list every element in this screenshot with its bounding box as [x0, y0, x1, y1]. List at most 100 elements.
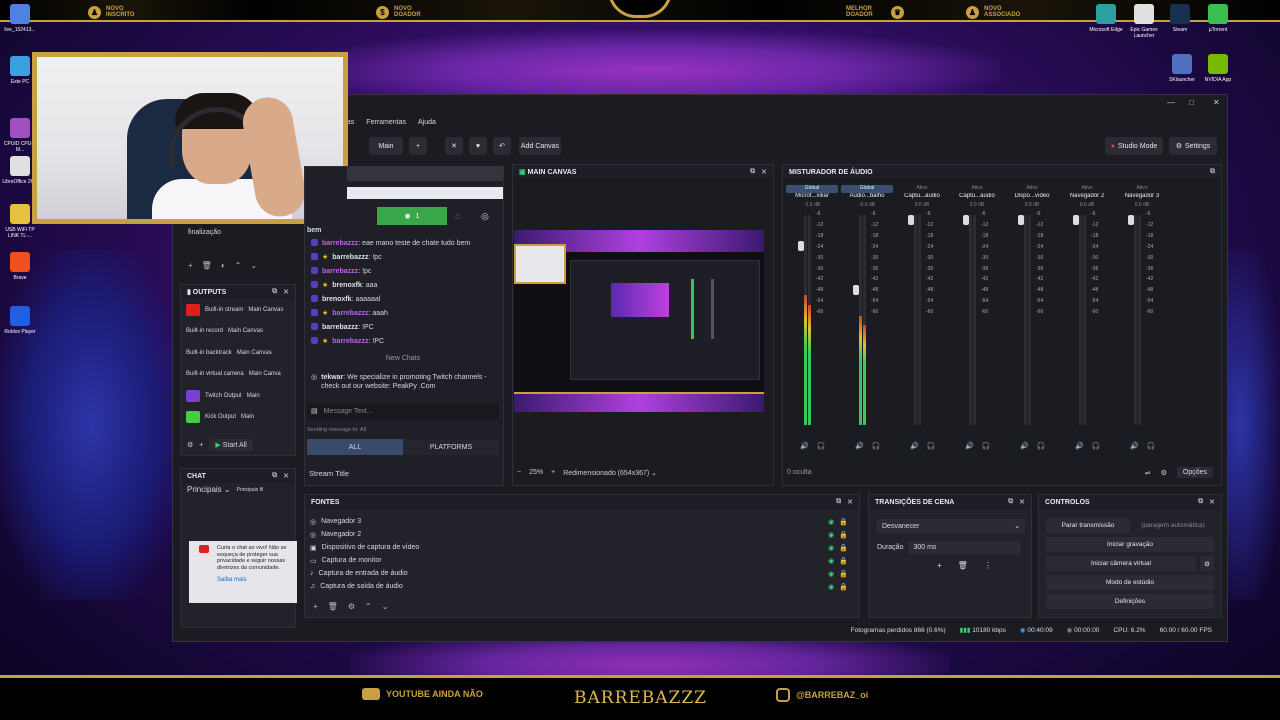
- desktop-icon[interactable]: SKlauncher: [1162, 54, 1202, 83]
- lock-icon[interactable]: 🔒: [839, 583, 848, 591]
- eye-icon[interactable]: ◉: [828, 583, 834, 591]
- menu-item-help[interactable]: Ajuda: [418, 119, 436, 126]
- desktop-icon[interactable]: Roblox Player: [0, 306, 40, 335]
- transition-select[interactable]: Desvanecer ⌄: [877, 519, 1025, 533]
- studio-mode-button[interactable]: ● Studio Mode: [1105, 137, 1163, 155]
- layout-icon[interactable]: ⇌: [1145, 469, 1151, 477]
- eye-icon[interactable]: ◉: [828, 544, 834, 552]
- studio-mode-toggle[interactable]: Modo de estúdio: [1046, 575, 1214, 590]
- virtual-camera-button[interactable]: Iniciar câmera virtual: [1046, 556, 1196, 571]
- down-icon[interactable]: ⌄: [382, 602, 389, 611]
- speaker-icon[interactable]: 🔊: [1075, 442, 1084, 450]
- desktop-icon[interactable]: NVIDIA App: [1198, 54, 1238, 83]
- close-icon[interactable]: ✕: [1213, 98, 1220, 107]
- undo-icon[interactable]: ↶: [493, 137, 511, 155]
- up-icon[interactable]: ⌃: [235, 261, 242, 270]
- up-icon[interactable]: ⌃: [365, 602, 372, 611]
- close-icon[interactable]: ✕: [1209, 498, 1215, 506]
- start-recording-button[interactable]: Iniciar gravação: [1046, 537, 1214, 552]
- output-row[interactable]: Kick Output Main: [181, 407, 295, 429]
- add-icon[interactable]: +: [313, 602, 318, 611]
- output-row[interactable]: Built-in virtual camera Main Canva: [181, 364, 295, 386]
- minimize-icon[interactable]: —: [1167, 98, 1175, 107]
- output-row[interactable]: Built-in record Main Canvas: [181, 321, 295, 343]
- gear-icon[interactable]: ⚙: [348, 602, 355, 611]
- target-icon[interactable]: ◎: [481, 211, 489, 222]
- menu-item-tools[interactable]: Ferramentas: [366, 119, 406, 126]
- headphones-icon[interactable]: 🎧: [1037, 442, 1046, 450]
- source-item[interactable]: ◎ Navegador 2 ◉ 🔒: [305, 528, 853, 541]
- duration-input[interactable]: 300 ms: [909, 541, 1022, 554]
- eye-icon[interactable]: ◉: [828, 570, 834, 578]
- channel-name[interactable]: Captu...áudio: [951, 193, 1003, 199]
- volume-fader[interactable]: [798, 241, 804, 251]
- lock-icon[interactable]: 🔒: [839, 518, 848, 526]
- add-canvas-button[interactable]: Add Canvas: [519, 137, 561, 155]
- source-item[interactable]: ◎ Navegador 3 ◉ 🔒: [305, 515, 853, 528]
- canvas-preview[interactable]: [514, 230, 764, 412]
- headphones-icon[interactable]: 🎧: [1147, 442, 1156, 450]
- headphones-icon[interactable]: 🎧: [1092, 442, 1101, 450]
- desktop-icon[interactable]: live_152413...: [0, 4, 40, 33]
- close-icon[interactable]: ✕: [1019, 498, 1025, 506]
- channel-name[interactable]: Dispo...vídeo: [1006, 193, 1058, 199]
- close-icon[interactable]: ✕: [847, 498, 853, 506]
- lock-icon[interactable]: 🔒: [839, 544, 848, 552]
- volume-fader[interactable]: [853, 285, 859, 295]
- speaker-icon[interactable]: 🔊: [800, 442, 809, 450]
- add-icon[interactable]: +: [188, 261, 193, 270]
- close-icon[interactable]: ✕: [283, 288, 289, 296]
- settings-button[interactable]: ⚙ Settings: [1169, 137, 1217, 155]
- tab-platforms[interactable]: PLATFORMS: [403, 439, 499, 455]
- add-icon[interactable]: +: [199, 442, 203, 449]
- lock-icon[interactable]: 🔒: [839, 531, 848, 539]
- trash-icon[interactable]: 🗑: [328, 602, 338, 611]
- add-button[interactable]: +: [409, 137, 427, 155]
- trash-icon[interactable]: 🗑: [202, 261, 212, 270]
- gear-icon[interactable]: ⚙: [1161, 469, 1167, 477]
- volume-fader[interactable]: [1128, 215, 1134, 225]
- output-row[interactable]: Built-in backtrack Main Canvas: [181, 342, 295, 364]
- speaker-icon[interactable]: 🔊: [855, 442, 864, 450]
- speaker-icon[interactable]: 🔊: [1130, 442, 1139, 450]
- gear-icon[interactable]: ⚙: [1200, 556, 1214, 571]
- source-item[interactable]: ♫ Captura de saída de áudio ◉ 🔒: [305, 580, 853, 593]
- speaker-icon[interactable]: 🔊: [965, 442, 974, 450]
- speaker-icon[interactable]: 🔊: [1020, 442, 1029, 450]
- desktop-icon[interactable]: µTorrent: [1198, 4, 1238, 33]
- popout-icon[interactable]: ⧉: [1198, 498, 1203, 506]
- output-row[interactable]: Twitch Output Main: [181, 385, 295, 407]
- refresh-icon[interactable]: ◌: [455, 211, 460, 221]
- volume-fader[interactable]: [1018, 215, 1024, 225]
- add-icon[interactable]: +: [937, 561, 942, 570]
- source-item[interactable]: ▭ Captura de monitor ◉ 🔒: [305, 554, 853, 567]
- headphones-icon[interactable]: 🎧: [817, 442, 826, 450]
- stop-stream-button[interactable]: Parar transmissão: [1046, 518, 1130, 533]
- tab-all[interactable]: ALL: [307, 439, 403, 455]
- popout-icon[interactable]: ⧉: [272, 288, 277, 296]
- crossed-swords-icon[interactable]: ✕: [445, 137, 463, 155]
- source-item[interactable]: ▣ Dispositivo de captura de vídeo ◉ 🔒: [305, 541, 853, 554]
- start-all-button[interactable]: ▶ Start All: [209, 439, 253, 451]
- eye-icon[interactable]: ◉: [828, 518, 834, 526]
- popout-icon[interactable]: ⧉: [272, 472, 277, 480]
- gear-icon[interactable]: ⚙: [187, 441, 193, 449]
- chat-filter-select[interactable]: Principais ⌄: [187, 485, 231, 494]
- source-item[interactable]: ♪ Captura de entrada de áudio ◉ 🔒: [305, 567, 853, 580]
- popout-icon[interactable]: ⧉: [1008, 498, 1013, 506]
- channel-name[interactable]: Captu...áudio: [896, 193, 948, 199]
- popout-icon[interactable]: ⧉: [1210, 168, 1215, 176]
- desktop-icon[interactable]: Steam: [1160, 4, 1200, 33]
- headphones-icon[interactable]: 🎧: [927, 442, 936, 450]
- maximize-icon[interactable]: □: [1189, 98, 1194, 107]
- desktop-icon[interactable]: Brave: [0, 252, 40, 281]
- more-icon[interactable]: ⋮: [984, 561, 992, 570]
- filter-icon[interactable]: ◐: [221, 261, 226, 270]
- heart-icon[interactable]: ♥: [469, 137, 487, 155]
- channel-name[interactable]: Navegador 3: [1116, 193, 1168, 199]
- canvas-main-button[interactable]: Main: [369, 137, 403, 155]
- popout-icon[interactable]: ⧉: [750, 168, 755, 176]
- output-row[interactable]: Built-in stream Main Canvas: [181, 299, 295, 321]
- down-icon[interactable]: ⌄: [250, 261, 257, 270]
- channel-name[interactable]: Áudio...balho: [841, 193, 893, 199]
